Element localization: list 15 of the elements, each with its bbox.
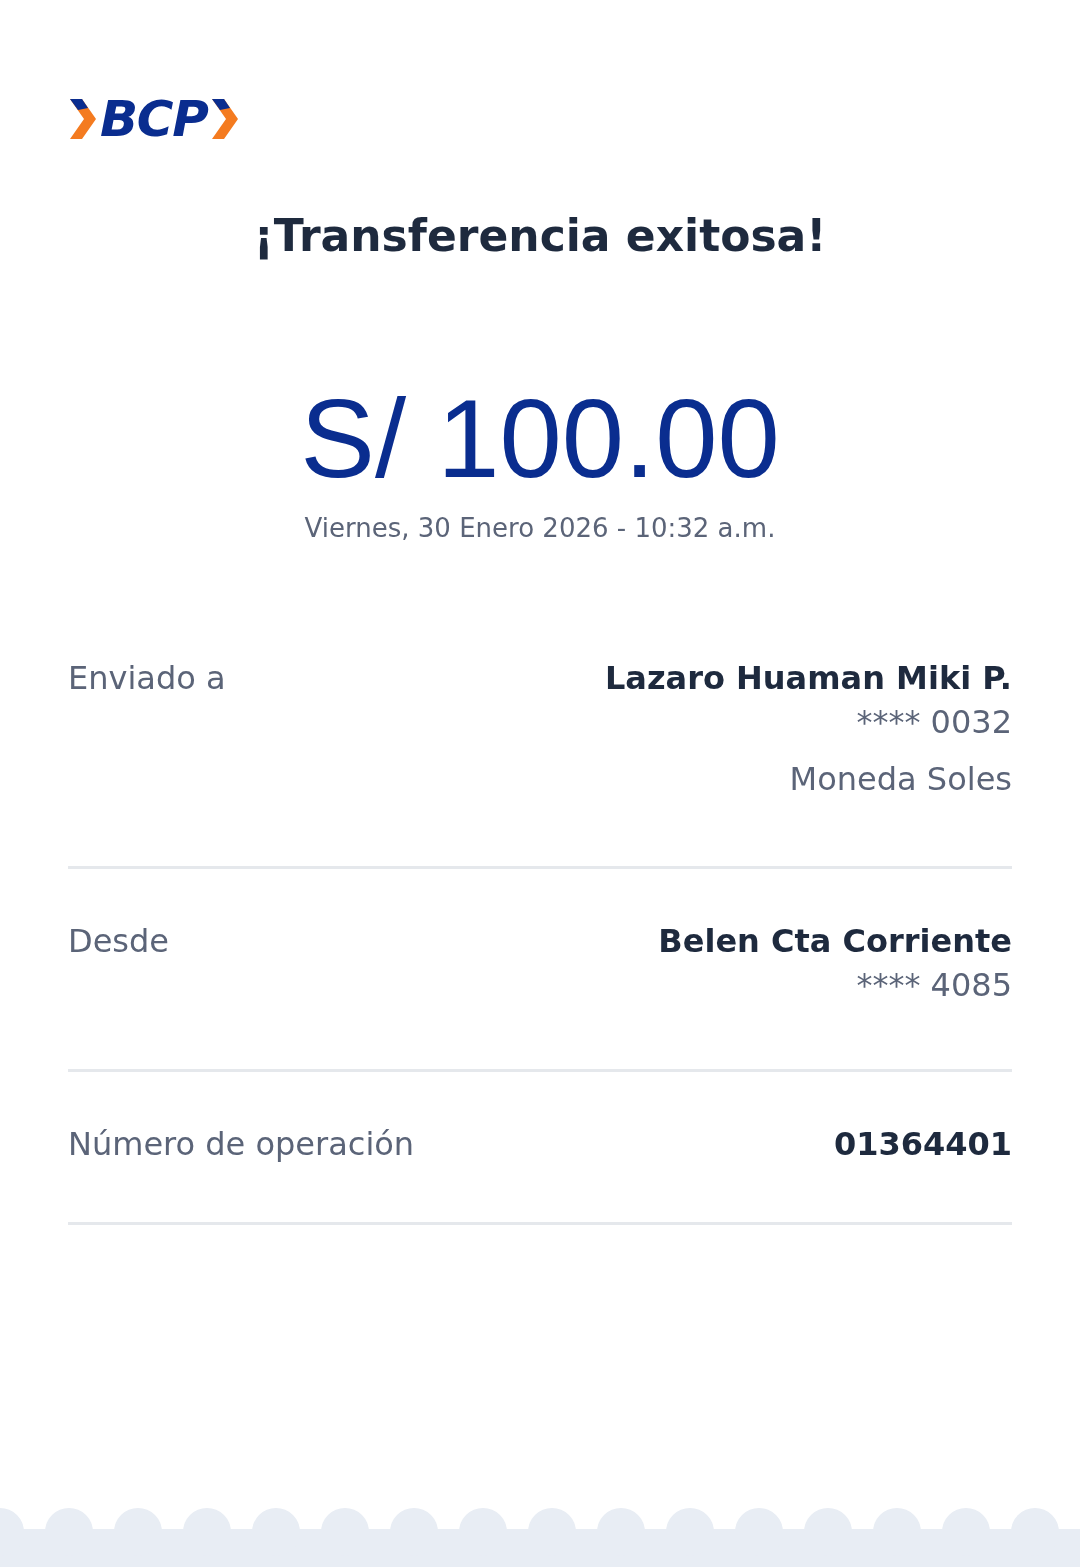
account-number: **** 4085 (856, 965, 1012, 1006)
detail-label: Número de operación (68, 1124, 415, 1165)
logo-text: BCP (100, 94, 208, 144)
amount: S/ 100.00 (300, 375, 780, 503)
account-number: **** 0032 (856, 702, 1012, 743)
chevron-icon (209, 97, 240, 141)
chevron-icon (68, 97, 98, 141)
detail-value: 01364401 (833, 1124, 1012, 1165)
detail-label: Enviado a (68, 658, 226, 699)
detail-value: Belen Cta Corriente (658, 921, 1012, 962)
date-time: Viernes, 30 Enero 2026 - 10:32 a.m. (304, 512, 776, 545)
success-title: ¡Transferencia exitosa! (253, 209, 827, 263)
detail-note: Moneda Soles (789, 759, 1012, 800)
detail-value: Lazaro Huaman Miki P. (604, 658, 1012, 699)
detail-label: Desde (68, 921, 169, 962)
